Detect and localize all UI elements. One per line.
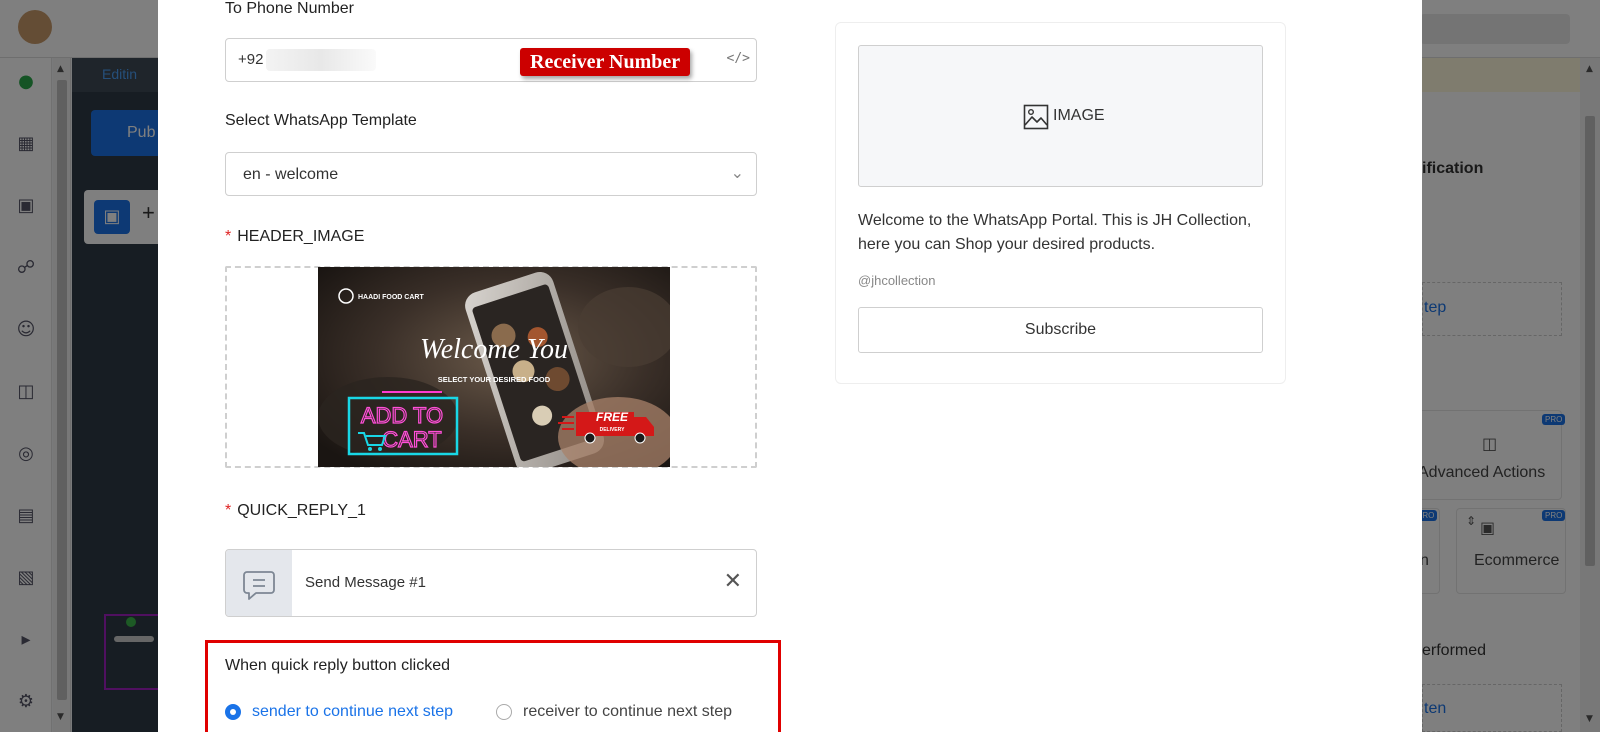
quick-reply-field[interactable]: Send Message #1 ✕ (225, 549, 757, 617)
preview-image-placeholder: IMAGE (858, 45, 1263, 187)
header-image-label: * HEADER_IMAGE (225, 228, 364, 246)
image-delivery-text: DELIVERY (600, 427, 625, 433)
code-icon[interactable]: </> (727, 51, 750, 66)
quick-reply-value: Send Message #1 (305, 574, 426, 591)
receiver-number-annotation: Receiver Number (520, 48, 691, 76)
template-preview-card: IMAGE Welcome to the WhatsApp Portal. Th… (835, 22, 1286, 384)
required-asterisk: * (225, 502, 232, 519)
image-welcome-text: Welcome You (420, 334, 568, 365)
radio-receiver-label[interactable]: receiver to continue next step (523, 703, 732, 721)
image-cart-text: CART (382, 427, 442, 452)
whatsapp-template-modal: To Phone Number +92 </> Receiver Number … (158, 0, 1422, 732)
quick-reply-label-text: QUICK_REPLY_1 (237, 502, 366, 519)
phone-number-label: To Phone Number (225, 0, 354, 17)
preview-body-text: Welcome to the WhatsApp Portal. This is … (858, 212, 1252, 253)
header-image-label-text: HEADER_IMAGE (237, 228, 365, 245)
preview-handle: @jhcollection (858, 273, 936, 288)
image-icon (1023, 104, 1049, 130)
image-placeholder-label: IMAGE (1053, 107, 1105, 124)
phone-number-value: +92 (238, 51, 264, 68)
required-asterisk: * (225, 228, 232, 245)
subscribe-button[interactable]: Subscribe (858, 307, 1263, 353)
chevron-down-icon: ⌄ (730, 163, 744, 182)
message-icon (226, 550, 292, 616)
template-select-value: en - welcome (243, 166, 339, 183)
redacted-number (266, 49, 376, 71)
template-select[interactable]: en - welcome ⌄ (225, 152, 757, 196)
image-free-text: FREE (596, 410, 629, 424)
image-add-to-text: ADD TO (361, 403, 443, 428)
image-brand-text: HAADI FOOD CART (358, 294, 424, 301)
template-select-label: Select WhatsApp Template (225, 112, 417, 129)
quick-reply-action-label: When quick reply button clicked (225, 657, 450, 674)
radio-receiver[interactable] (496, 704, 512, 720)
header-image-preview[interactable]: HAADI FOOD CART Welcome You SELECT YOUR … (318, 267, 670, 467)
image-tagline-text: SELECT YOUR DESIRED FOOD (438, 375, 551, 384)
quick-reply-label: * QUICK_REPLY_1 (225, 502, 366, 520)
close-icon[interactable]: ✕ (724, 569, 742, 594)
radio-sender[interactable] (225, 704, 241, 720)
radio-sender-label[interactable]: sender to continue next step (252, 703, 453, 721)
